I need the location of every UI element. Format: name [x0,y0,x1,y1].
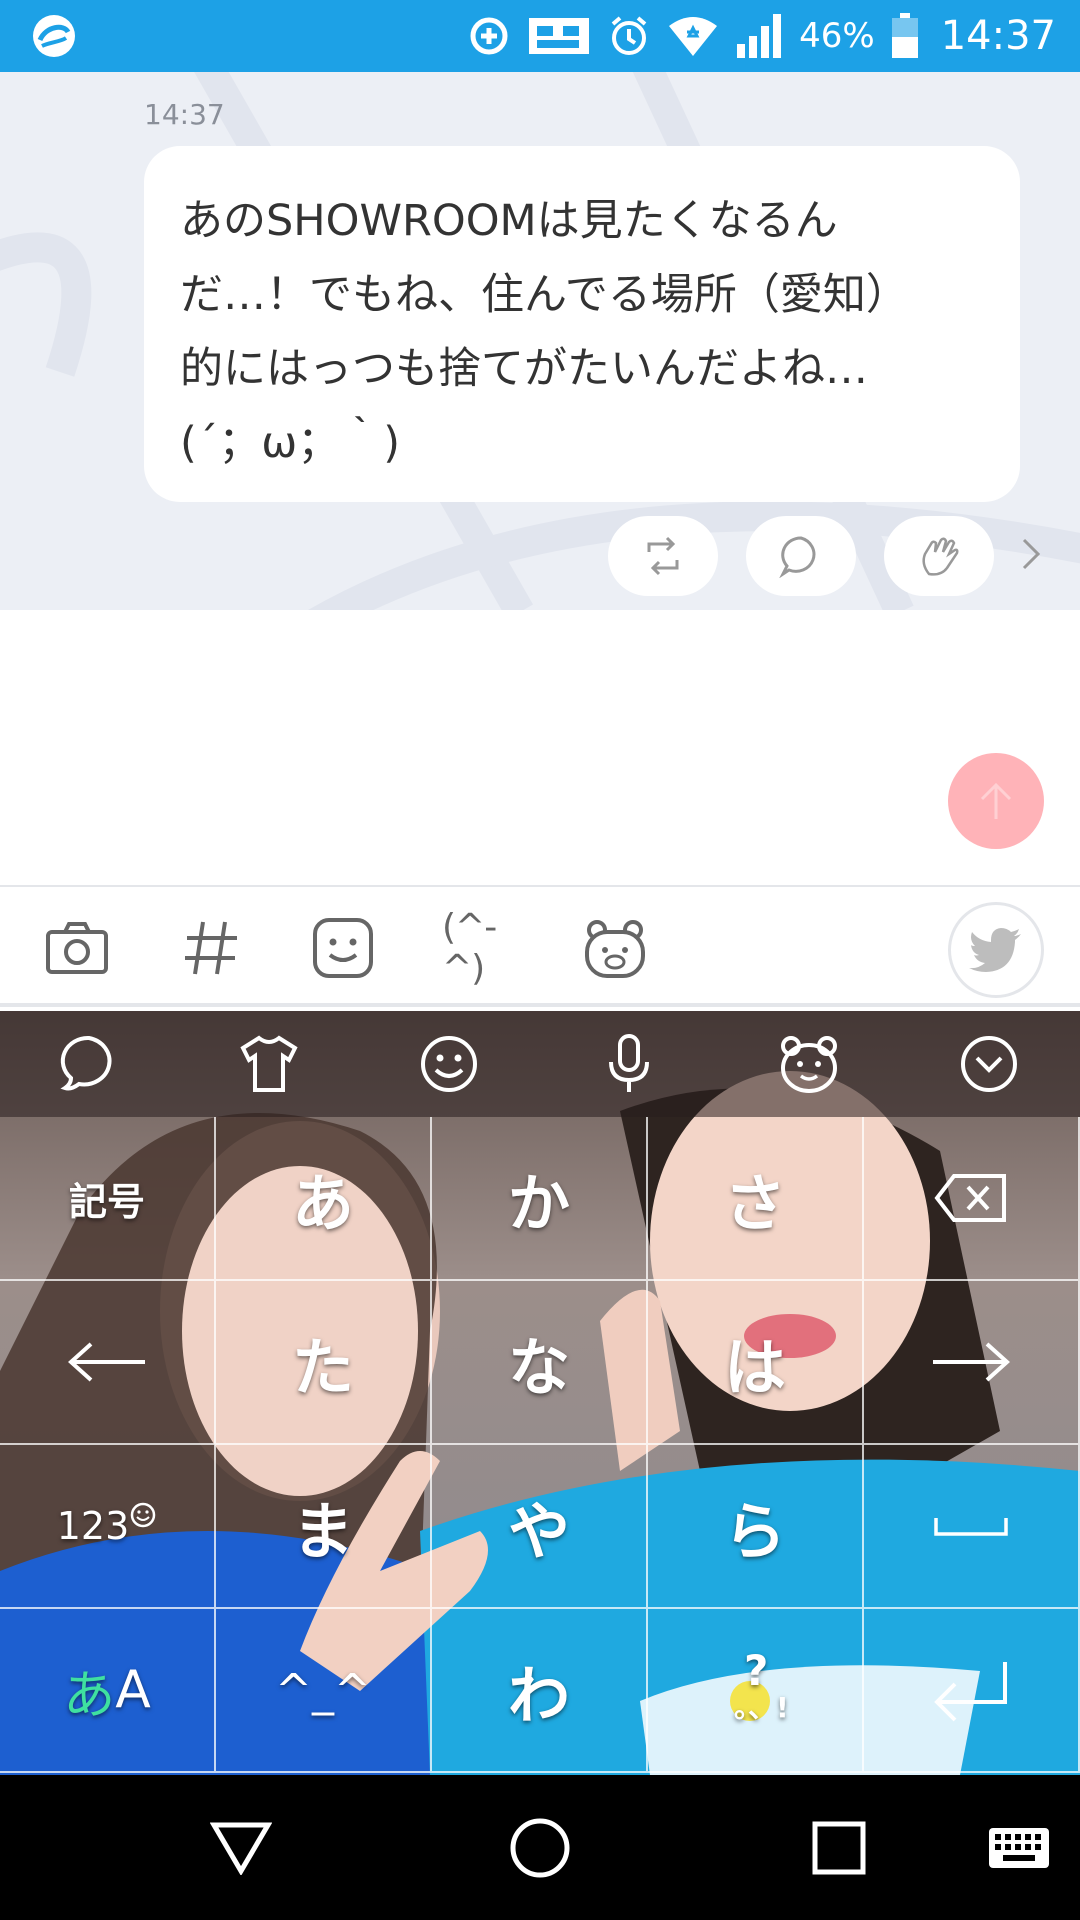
key-a[interactable]: あ [216,1117,432,1281]
theme-shirt-icon [240,1035,298,1092]
message-thread: 14:37 あのSHOWROOMは見たくなるん だ…！でもね、住んでる場所（愛知… [0,72,1080,610]
nav-back-button[interactable] [208,1815,274,1881]
back-triangle-icon [210,1822,272,1875]
recents-square-icon [812,1821,866,1875]
compose-toolbar: (^-^) [0,885,1080,1007]
key-na[interactable]: な [432,1281,648,1445]
key-cursor-right[interactable] [864,1281,1080,1445]
keyboard-icon [989,1828,1049,1868]
key-ra[interactable]: ら [648,1445,864,1609]
key-ka[interactable]: か [432,1117,648,1281]
punctuation-icon: ? 。、! [730,1646,789,1724]
signal-icon [737,14,782,58]
arrow-up-icon [980,782,1012,819]
emoji-button[interactable] [310,915,376,981]
key-enter[interactable] [864,1609,1080,1773]
key-punctuation[interactable]: ? 。、! [648,1609,864,1773]
svg-text:?: ? [744,1646,768,1695]
reply-icon [779,536,816,578]
sticker-button[interactable] [582,915,648,981]
key-wa[interactable]: わ [432,1609,648,1773]
key-ta[interactable]: た [216,1281,432,1445]
nav-keyboard-switch-button[interactable] [986,1815,1052,1881]
clap-button[interactable] [884,516,994,596]
battery-icon [891,13,918,58]
camera-button[interactable] [44,915,110,981]
emoji-icon [421,1036,477,1092]
nav-recents-button[interactable] [806,1815,872,1881]
keyboard-sticker-button[interactable] [776,1031,842,1097]
space-icon [934,1518,1008,1536]
keyboard-theme-button[interactable] [236,1031,302,1097]
key-ma[interactable]: ま [216,1445,432,1609]
arrow-right-icon [933,1342,1010,1382]
key-mode-kana: あ [63,1665,116,1726]
bear-icon [781,1036,837,1093]
keyboard-toolbar [0,1011,1080,1117]
chat-icon [60,1035,112,1091]
collapse-icon [961,1036,1017,1092]
enter-icon [934,1662,1007,1722]
kaomoji-button[interactable]: (^-^) [442,907,512,989]
key-number-mode[interactable]: 123 [0,1445,216,1609]
message-text: あのSHOWROOMは見たくなるん だ…！でもね、住んでる場所（愛知） 的にはっ… [180,196,909,468]
chevron-right-icon [1022,538,1041,570]
camera-icon [46,922,108,974]
keyboard-chat-button[interactable] [56,1031,122,1097]
key-ya[interactable]: や [432,1445,648,1609]
retweet-button[interactable] [608,516,718,596]
keyboard-collapse-button[interactable] [956,1031,1022,1097]
key-backspace[interactable] [864,1117,1080,1281]
message-bubble[interactable]: あのSHOWROOMは見たくなるん だ…！でもね、住んでる場所（愛知） 的にはっ… [144,146,1020,502]
key-sa[interactable]: さ [648,1117,864,1281]
clap-icon [922,537,959,576]
retweet-icon [647,536,679,576]
battery-percent: 46% [799,16,875,56]
post-tweet-button[interactable] [948,902,1044,998]
svg-text:。、!: 。、! [734,1691,789,1724]
microphone-icon [609,1034,649,1092]
key-number-label: 123 [56,1504,130,1548]
key-cursor-left[interactable] [0,1281,216,1445]
keyboard: 記号 あ か さ た な は 123 ま や ら あ A ^_^ わ ? 。、! [0,1011,1080,1775]
compose-area[interactable] [0,610,1080,885]
more-actions-button[interactable] [1016,532,1046,576]
hashtag-button[interactable] [178,915,244,981]
message-timestamp: 14:37 [144,98,225,131]
emoji-icon [313,918,373,978]
kaomoji-icon: (^-^) [442,907,497,989]
status-time: 14:37 [940,13,1056,59]
hashtag-icon [185,921,237,975]
scroll-to-top-button[interactable] [948,753,1044,849]
keyboard-emoji-button[interactable] [416,1031,482,1097]
key-ha[interactable]: は [648,1281,864,1445]
key-mode-latin: A [115,1660,151,1720]
navigation-bar [0,1775,1080,1920]
smiley-icon [131,1502,156,1528]
key-symbols[interactable]: 記号 [0,1117,216,1281]
status-bar: 46% 14:37 [0,0,1080,72]
data-saver-icon [470,17,508,55]
twitter-icon [969,928,1021,972]
sim-card-icon [529,18,590,54]
wifi-icon [669,17,718,56]
nav-home-button[interactable] [507,1815,573,1881]
reply-button[interactable] [746,516,856,596]
sticker-bear-icon [585,920,645,978]
keyboard-voice-button[interactable] [596,1031,662,1097]
key-input-mode[interactable]: あA [0,1609,216,1773]
backspace-icon [934,1174,1006,1222]
key-face[interactable]: ^_^ [216,1609,432,1773]
alarm-icon [611,16,647,55]
home-circle-icon [510,1818,570,1878]
arrow-left-icon [68,1342,145,1382]
app-logo-icon [33,15,75,57]
keyboard-keys: 記号 あ か さ た な は 123 ま や ら あ A ^_^ わ ? 。、! [0,1117,1080,1775]
key-space[interactable] [864,1445,1080,1609]
